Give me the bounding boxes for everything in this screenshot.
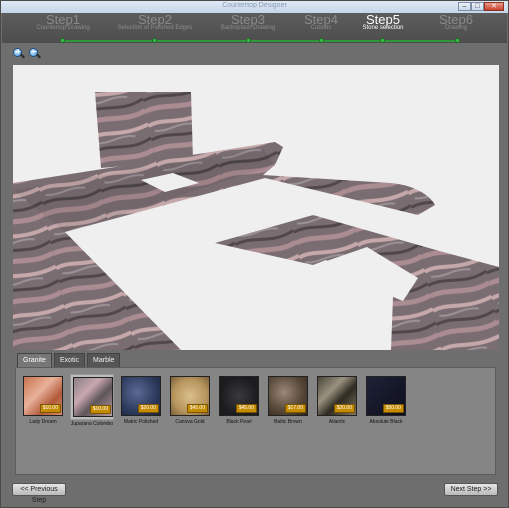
step-1[interactable]: Step1 Countertop Drawing <box>18 13 108 32</box>
progress-line <box>62 40 460 42</box>
stone-name: Baltic Brown <box>274 419 302 425</box>
stone-name: Juparana Colombo <box>70 421 114 427</box>
stone-swatch: $10.00 <box>73 377 113 417</box>
zoom-toolbar: + − <box>2 43 507 65</box>
zoom-in-icon[interactable]: + <box>13 47 25 60</box>
app-window: Countertop Designer – □ ✕ Step1 Countert… <box>0 0 509 508</box>
price-badge: $10.00 <box>39 404 61 413</box>
step-6-sub: Drawing <box>444 25 467 31</box>
stone-juparana-colombo[interactable]: $10.00 Juparana Colombo <box>70 374 114 427</box>
stone-name: Atlantic <box>328 419 346 425</box>
stone-matric-polished[interactable]: $20.00 Matric Polished <box>119 374 163 425</box>
stone-atlantic[interactable]: $20.00 Atlantic <box>315 374 359 425</box>
steps-header: Step1 Countertop Drawing Step2 Selection… <box>2 13 507 43</box>
stone-swatch: $10.00 <box>23 376 63 416</box>
price-badge: $20.00 <box>137 404 159 413</box>
counter-top-island <box>215 215 499 350</box>
stone-name: Black Pearl <box>226 419 252 425</box>
tab-exotic[interactable]: Exotic <box>53 353 86 367</box>
stone-swatch: $20.00 <box>317 376 357 416</box>
stone-name: Canova Gold <box>175 419 205 425</box>
window-controls: – □ ✕ <box>458 2 504 11</box>
stone-name: Lady Dream <box>29 419 57 425</box>
window-title: Countertop Designer <box>222 2 287 9</box>
step-2-sub: Selection of Polished Edges <box>117 25 193 31</box>
stone-canova-gold[interactable]: $45.00 Canova Gold <box>168 374 212 425</box>
stone-gallery: $10.00 Lady Dream $10.00 Juparana Colomb… <box>15 367 496 475</box>
backsplash <box>95 92 193 168</box>
price-badge: $17.00 <box>284 404 306 413</box>
step-2[interactable]: Step2 Selection of Polished Edges <box>110 13 200 32</box>
price-badge: $45.00 <box>186 404 208 413</box>
price-badge: $45.00 <box>235 404 257 413</box>
previous-step-button[interactable]: << Previous Step <box>12 483 66 504</box>
close-button[interactable]: ✕ <box>484 2 504 11</box>
countertop-3d-view[interactable] <box>13 65 499 350</box>
countertop-render <box>13 92 499 350</box>
next-step-button[interactable]: Next Step >> <box>444 483 498 496</box>
stone-black-pearl[interactable]: $45.00 Black Pearl <box>217 374 261 425</box>
stone-baltic-brown[interactable]: $17.00 Baltic Brown <box>266 374 310 425</box>
stone-swatch: $45.00 <box>170 376 210 416</box>
step-6[interactable]: Step6 Drawing <box>411 13 501 32</box>
price-badge: $50.00 <box>382 404 404 413</box>
stone-lady-dream[interactable]: $10.00 Lady Dream <box>21 374 65 425</box>
tab-marble[interactable]: Marble <box>87 353 121 367</box>
price-badge: $10.00 <box>89 405 111 414</box>
stone-swatch: $50.00 <box>366 376 406 416</box>
zoom-out-icon[interactable]: − <box>29 47 41 60</box>
step-1-sub: Countertop Drawing <box>36 25 90 31</box>
stone-swatch: $20.00 <box>121 376 161 416</box>
stone-name: Absolute Black <box>369 419 403 425</box>
stone-name: Matric Polished <box>123 419 159 425</box>
stone-swatch: $17.00 <box>268 376 308 416</box>
stone-category-tabs: Granite Exotic Marble <box>17 353 121 367</box>
stone-absolute-black[interactable]: $50.00 Absolute Black <box>364 374 408 425</box>
tab-granite[interactable]: Granite <box>17 353 52 367</box>
minimize-button[interactable]: – <box>458 2 471 11</box>
price-badge: $20.00 <box>333 404 355 413</box>
stone-swatch: $45.00 <box>219 376 259 416</box>
maximize-button[interactable]: □ <box>471 2 484 11</box>
